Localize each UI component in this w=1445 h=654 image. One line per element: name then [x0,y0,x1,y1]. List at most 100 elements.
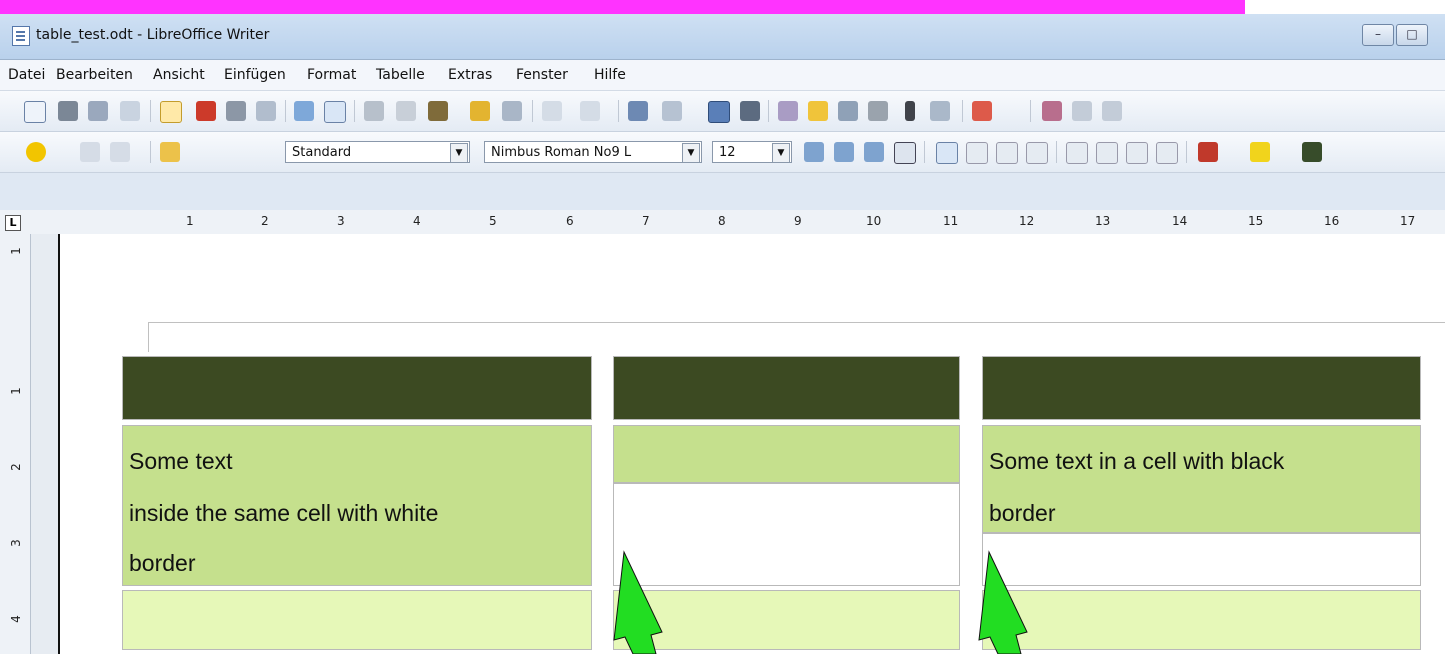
table-cell[interactable] [122,590,592,650]
table-cell[interactable] [982,533,1421,586]
decrease-indent-icon[interactable] [1126,142,1148,164]
ruler-number: 5 [489,214,497,228]
toolbar-separator [1056,141,1057,163]
toolbar-separator [285,100,286,122]
data-sources-icon[interactable] [838,101,858,121]
chevron-down-icon[interactable]: ▼ [682,143,700,163]
new-document-icon[interactable] [24,101,46,123]
autospellcheck-icon[interactable] [324,101,346,123]
redo-icon[interactable] [580,101,600,121]
table-icon[interactable] [662,101,682,121]
table-cell[interactable] [613,483,960,586]
bullets-icon[interactable] [1096,142,1118,164]
document-canvas: Some text inside the same cell with white… [31,234,1445,654]
font-size-select[interactable]: 12 ▼ [712,141,792,163]
highlighting-icon[interactable] [1250,142,1270,162]
menu-einfuegen[interactable]: Einfügen [224,67,286,83]
maximize-button[interactable]: □ [1396,24,1428,46]
menu-datei[interactable]: Datei [8,67,45,83]
chevron-down-icon[interactable]: ▼ [450,143,468,163]
toolbar-separator [962,100,963,122]
ruler-number: 17 [1400,214,1416,228]
table-cell[interactable] [613,425,960,483]
nonprinting-chars-icon[interactable] [868,101,888,121]
italic-icon[interactable] [834,142,854,162]
chevron-down-icon[interactable]: ▼ [772,143,790,163]
form-icon[interactable] [1042,101,1062,121]
ruler-number: 7 [642,214,650,228]
menu-hilfe[interactable]: Hilfe [594,67,626,83]
menu-tabelle[interactable]: Tabelle [376,67,425,83]
menu-bearbeiten[interactable]: Bearbeiten [56,67,133,83]
font-color-icon[interactable] [1198,142,1218,162]
bold-icon[interactable] [804,142,824,162]
triangle-down-icon[interactable] [1102,101,1122,121]
strikethrough-icon[interactable] [894,142,916,164]
title-bar: table_test.odt - LibreOffice Writer – □ [0,14,1445,60]
table-header-cell[interactable] [122,356,592,420]
menu-fenster[interactable]: Fenster [516,67,568,83]
format-icon[interactable] [502,101,522,121]
undo-icon[interactable] [542,101,562,121]
numbering-icon[interactable] [1066,142,1088,164]
tab-type-icon[interactable]: L [5,215,21,231]
draw-functions-icon[interactable] [708,101,730,123]
chart-icon[interactable] [740,101,760,121]
spellcheck-icon[interactable] [294,101,314,121]
zoom-icon[interactable] [930,101,950,121]
print-preview-icon[interactable] [256,101,276,121]
gallery-icon[interactable] [808,101,828,121]
toolbar-separator [1030,100,1031,122]
ruler-number: 10 [866,214,882,228]
font-name-select[interactable]: Nimbus Roman No9 L ▼ [484,141,702,163]
clone-formatting-icon[interactable] [470,101,490,121]
back-icon[interactable] [80,142,100,162]
forward-icon[interactable] [110,142,130,162]
table-layout-icon[interactable] [160,142,180,162]
standard-toolbar [0,91,1445,132]
toolbar-separator [150,141,151,163]
align-left-icon[interactable] [936,142,958,164]
background-color-icon[interactable] [1302,142,1322,162]
triangle-up-icon[interactable] [1072,101,1092,121]
help-icon[interactable] [972,101,992,121]
ruler-number: 3 [337,214,345,228]
menu-format[interactable]: Format [307,67,356,83]
export-icon[interactable] [120,101,140,121]
align-center-icon[interactable] [966,142,988,164]
text-boundary [148,322,1445,323]
table-cell[interactable] [613,590,960,650]
menu-extras[interactable]: Extras [448,67,492,83]
hyperlink-icon[interactable] [628,101,648,121]
pilcrow-icon[interactable] [905,101,915,121]
writer-window: table_test.odt - LibreOffice Writer – □ … [0,14,1445,654]
ruler-number: 2 [8,463,23,471]
paragraph-style-select[interactable]: Standard ▼ [285,141,470,163]
save-icon[interactable] [88,101,108,121]
table-cell[interactable] [982,590,1421,650]
print-icon[interactable] [226,101,246,121]
align-right-icon[interactable] [996,142,1018,164]
table-header-cell[interactable] [613,356,960,420]
paste-icon[interactable] [428,101,448,121]
menu-ansicht[interactable]: Ansicht [153,67,205,83]
ruler-number: 6 [566,214,574,228]
cut-icon[interactable] [364,101,384,121]
table-header-cell[interactable] [982,356,1421,420]
ruler-number: 1 [8,247,23,255]
document-page[interactable]: Some text inside the same cell with white… [58,234,1445,654]
navigator-icon[interactable] [778,101,798,121]
edit-mode-icon[interactable] [160,101,182,123]
open-icon[interactable] [58,101,78,121]
minimize-button[interactable]: – [1362,24,1394,46]
increase-indent-icon[interactable] [1156,142,1178,164]
paragraph-style-value: Standard [292,145,352,160]
text-boundary [148,322,149,352]
underline-icon[interactable] [864,142,884,162]
window-title: table_test.odt - LibreOffice Writer [36,27,270,43]
pdf-export-icon[interactable] [196,101,216,121]
ruler-number: 2 [261,214,269,228]
justify-icon[interactable] [1026,142,1048,164]
copy-icon[interactable] [396,101,416,121]
styles-icon[interactable] [26,142,46,162]
